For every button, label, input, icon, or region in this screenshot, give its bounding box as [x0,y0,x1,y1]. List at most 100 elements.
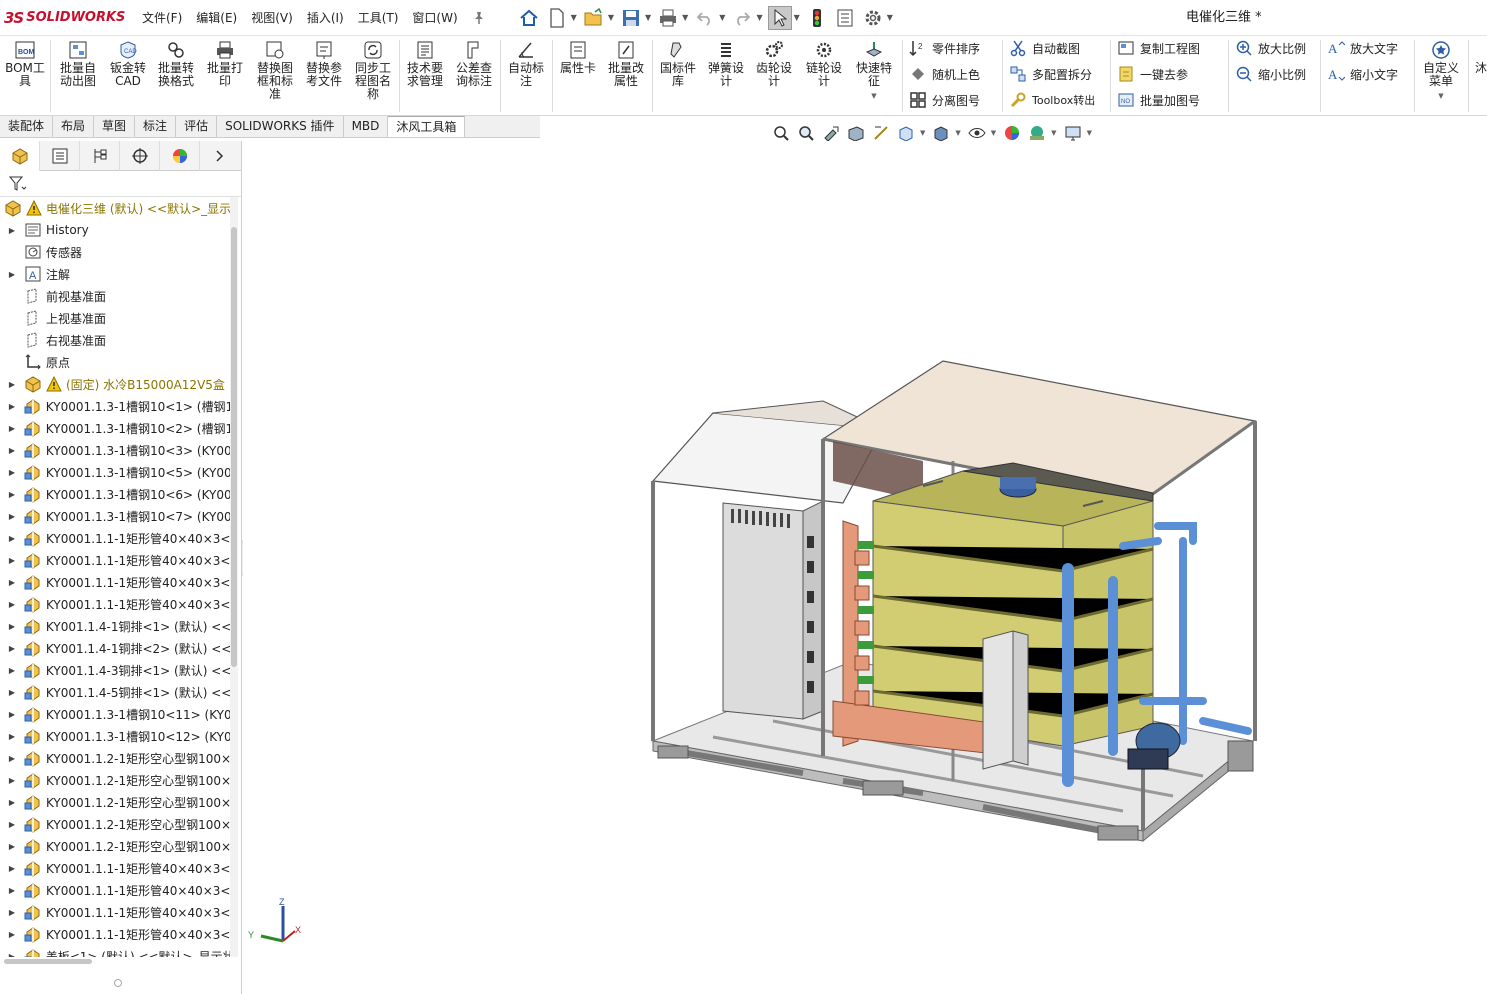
expand-arrow-icon[interactable]: ▶ [6,622,18,631]
tree-item[interactable]: ▶ KY0001.1.2-1矩形空心型钢100× [0,747,230,769]
tree-item[interactable]: ▶ KY0001.1.2-1矩形空心型钢100× [0,791,230,813]
tree-item[interactable]: ▶ KY0001.1.3-1槽钢10<1> (槽钢1 [0,395,230,417]
tree-item[interactable]: ▶ KY0001.1.3-1槽钢10<11> (KY0 [0,703,230,725]
tab-markup[interactable]: 标注 [135,116,177,137]
quick-feature-button[interactable]: 快速特征 ▼ [852,40,896,103]
tree-item[interactable]: ▶ KY0001.1.3-1槽钢10<7> (KY00 [0,505,230,527]
assembly-model[interactable]: Z Y X [243,141,1487,994]
new-document-icon[interactable] [545,6,569,30]
tree-item[interactable]: ▶ KY0001.1.3-1槽钢10<12> (KY0 [0,725,230,747]
tree-item[interactable]: 原点 [0,351,230,373]
redo-dropdown-icon[interactable]: ▼ [756,13,762,22]
file-properties-icon[interactable] [833,6,857,30]
menu-tools[interactable]: 工具(T) [351,0,406,36]
tree-item[interactable]: ▶ KY0001.1.2-1矩形空心型钢100× [0,835,230,857]
expand-arrow-icon[interactable]: ▶ [6,754,18,763]
spring-design-button[interactable]: 弹簧设计 [704,40,748,88]
tree-item[interactable]: 前视基准面 [0,285,230,307]
property-manager-tab-icon[interactable] [40,141,80,171]
batch-drawing-button[interactable]: 批量自动出图 [56,40,100,88]
expand-arrow-icon[interactable]: ▶ [6,820,18,829]
tree-item[interactable]: ▶ KY0001.1.3-1槽钢10<6> (KY00 [0,483,230,505]
display-manager-tab-icon[interactable] [160,141,200,171]
view-settings-dropdown-icon[interactable]: ▼ [1087,129,1092,137]
tree-item[interactable]: ▶ KY0001.1.1-1矩形管40×40×3< [0,901,230,923]
sprocket-design-button[interactable]: 链轮设计 [802,40,846,88]
expand-arrow-icon[interactable]: ▶ [6,226,18,235]
undo-dropdown-icon[interactable]: ▼ [719,13,725,22]
rebuild-traffic-light-icon[interactable] [805,6,829,30]
ribbon-overflow-item[interactable]: 沐 [1474,62,1487,75]
menu-window[interactable]: 窗口(W) [405,0,464,36]
tab-mbd[interactable]: MBD [344,116,389,137]
auto-screenshot-button[interactable]: 自动截图 [1008,36,1080,60]
gb-part-library-button[interactable]: 国标件库 [656,40,700,88]
tree-item[interactable]: ▶ 盖板<1> (默认) <<默认>_显示状 [0,945,230,957]
panel-resize-grip-icon[interactable] [114,979,122,987]
tree-item[interactable]: ▶ KY001.1.4-5铜排<1> (默认) << [0,681,230,703]
sheet-metal-cad-button[interactable]: CAD 钣金转CAD [106,40,150,88]
replace-reference-button[interactable]: 替换参考文件 [302,40,346,88]
tab-evaluate[interactable]: 评估 [176,116,218,137]
enlarge-text-button[interactable]: A 放大文字 [1326,36,1398,60]
tree-item[interactable]: ▶ KY0001.1.1-1矩形管40×40×3< [0,571,230,593]
tree-item[interactable]: ▶ KY0001.1.1-1矩形管40×40×3< [0,527,230,549]
tab-sketch[interactable]: 草图 [94,116,136,137]
filter-funnel-icon[interactable] [8,175,28,193]
expand-arrow-icon[interactable]: ▶ [6,688,18,697]
bom-tool-button[interactable]: BOM BOM工具 [5,40,45,88]
pin-icon[interactable] [467,6,491,30]
tree-item[interactable]: ▶ KY0001.1.3-1槽钢10<2> (槽钢1 [0,417,230,439]
tree-item[interactable]: 上视基准面 [0,307,230,329]
remove-params-button[interactable]: 一键去参 [1116,62,1188,86]
display-style-dropdown-icon[interactable]: ▼ [955,129,960,137]
tree-item[interactable]: ▶ KY0001.1.1-1矩形管40×40×3< [0,549,230,571]
expand-arrow-icon[interactable]: ▶ [6,908,18,917]
tab-assembly[interactable]: 装配体 [0,116,54,137]
expand-arrow-icon[interactable]: ▶ [6,490,18,499]
expand-arrow-icon[interactable]: ▶ [6,710,18,719]
redo-icon[interactable] [730,6,754,30]
open-folder-icon[interactable] [582,6,606,30]
tree-item[interactable]: ▶ KY0001.1.2-1矩形空心型钢100× [0,813,230,835]
tab-layout[interactable]: 布局 [53,116,95,137]
expand-arrow-icon[interactable]: ▶ [6,468,18,477]
batch-convert-button[interactable]: 批量转换格式 [154,40,198,88]
part-sort-button[interactable]: 2 零件排序 [908,36,980,60]
batch-add-number-button[interactable]: NO 批量加图号 [1116,88,1200,112]
dimxpert-tab-icon[interactable] [120,141,160,171]
tree-item[interactable]: 右视基准面 [0,329,230,351]
menu-insert[interactable]: 插入(I) [300,0,351,36]
quick-feature-dropdown-icon[interactable]: ▼ [852,90,896,103]
batch-property-button[interactable]: 批量改属性 [604,40,648,88]
random-color-button[interactable]: 随机上色 [908,62,980,86]
zoom-out-scale-button[interactable]: 缩小比例 [1234,62,1306,86]
sync-drawing-name-button[interactable]: 同步工程图名称 [350,40,396,101]
scrollbar-thumb[interactable] [231,227,237,667]
scene-dropdown-icon[interactable]: ▼ [1051,129,1056,137]
tree-item[interactable]: ▶ (固定) 水冷B15000A12V5盒 [0,373,230,395]
save-dropdown-icon[interactable]: ▼ [645,13,651,22]
expand-arrow-icon[interactable]: ▶ [6,270,18,279]
expand-arrow-icon[interactable]: ▶ [6,424,18,433]
replace-frame-button[interactable]: 替换图框和标准 [252,40,298,101]
tree-item[interactable]: ▶ KY001.1.4-1铜排<2> (默认) << [0,637,230,659]
expand-arrow-icon[interactable]: ▶ [6,842,18,851]
menu-edit[interactable]: 编辑(E) [189,0,244,36]
tab-addins[interactable]: SOLIDWORKS 插件 [217,116,344,137]
options-gear-icon[interactable] [861,6,885,30]
tree-root-assembly[interactable]: 电催化三维 (默认) <<默认>_显示 [0,197,230,219]
configuration-manager-tab-icon[interactable] [80,141,120,171]
shrink-text-button[interactable]: A 缩小文字 [1326,62,1398,86]
tree-filter[interactable] [0,171,241,197]
options-dropdown-icon[interactable]: ▼ [887,13,893,22]
expand-arrow-icon[interactable]: ▶ [6,886,18,895]
tree-item[interactable]: ▶ KY0001.1.3-1槽钢10<3> (KY00 [0,439,230,461]
zoom-in-scale-button[interactable]: 放大比例 [1234,36,1306,60]
hide-show-dropdown-icon[interactable]: ▼ [991,129,996,137]
tree-item[interactable]: ▶ KY0001.1.3-1槽钢10<5> (KY00 [0,461,230,483]
print-dropdown-icon[interactable]: ▼ [682,13,688,22]
expand-arrow-icon[interactable]: ▶ [6,600,18,609]
toolbox-export-button[interactable]: Toolbox转出 [1008,88,1095,112]
expand-arrow-icon[interactable]: ▶ [6,930,18,939]
